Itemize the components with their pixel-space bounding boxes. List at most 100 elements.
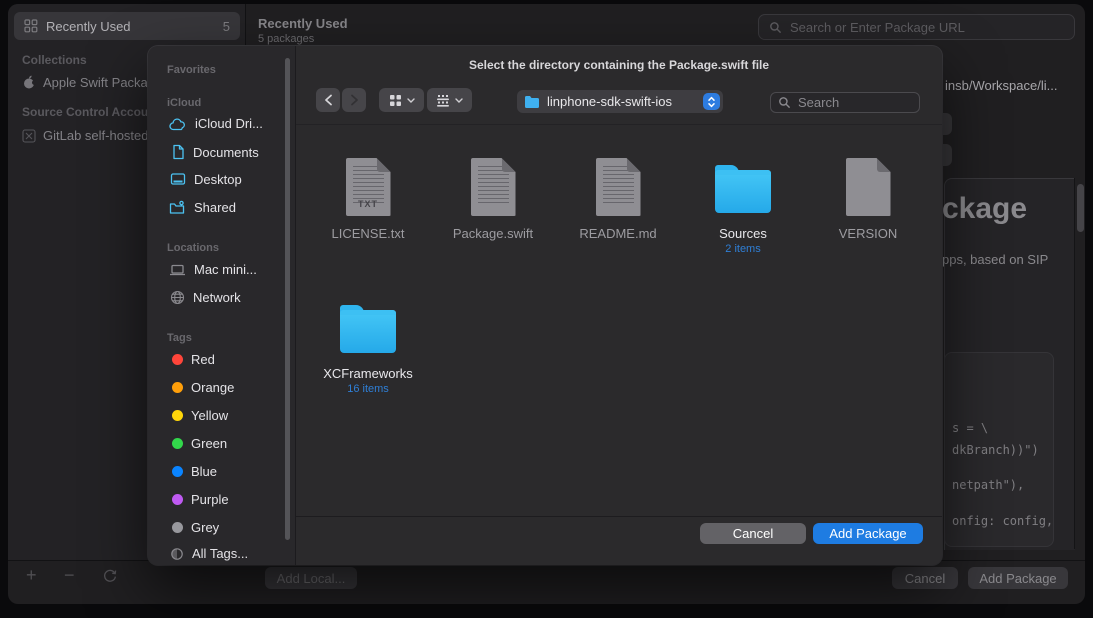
add-package-label: Add Package xyxy=(829,526,906,541)
sidebar-item-all-tags[interactable]: All Tags... xyxy=(170,546,248,561)
sidebar-item-label: Network xyxy=(193,290,241,305)
sidebar-item-label: Blue xyxy=(191,464,217,479)
tag-color-dot xyxy=(172,382,183,393)
sidebar-item-label: Yellow xyxy=(191,408,228,423)
cancel-button[interactable]: Cancel xyxy=(700,523,806,544)
sidebar-scrollbar[interactable] xyxy=(285,58,290,540)
refresh-button[interactable] xyxy=(102,568,118,584)
file-name: LICENSE.txt xyxy=(308,226,428,241)
code-line: s = \ xyxy=(952,421,988,435)
tag-color-dot xyxy=(172,466,183,477)
dialog-footer-divider xyxy=(296,516,942,517)
directory-popup-button[interactable]: linphone-sdk-swift-ios xyxy=(517,90,723,113)
sidebar-item-label: Recently Used xyxy=(46,19,131,34)
sidebar-item-label: All Tags... xyxy=(192,546,248,561)
file-item-package-swift[interactable]: Package.swift xyxy=(433,158,553,241)
sidebar-item-count: 5 xyxy=(223,19,230,34)
add-package-button[interactable]: Add Package xyxy=(813,523,923,544)
sidebar-item-label: Green xyxy=(191,436,227,451)
cancel-label: Cancel xyxy=(733,526,773,541)
folder-item-count: 16 items xyxy=(308,383,428,395)
sidebar-item-label: Orange xyxy=(191,380,234,395)
window-cancel-button[interactable]: Cancel xyxy=(892,567,958,589)
content-title: Recently Used xyxy=(258,16,348,31)
sidebar-item-network[interactable]: Network xyxy=(170,290,241,305)
sidebar-item-tag-grey[interactable]: Grey xyxy=(172,520,219,535)
dialog-search-field[interactable] xyxy=(770,92,920,113)
folder-item-xcframeworks[interactable]: XCFrameworks 16 items xyxy=(308,298,428,395)
laptop-icon xyxy=(169,263,186,277)
search-input[interactable] xyxy=(788,19,1064,36)
repo-path-text: insb/Workspace/li... xyxy=(945,78,1057,93)
sidebar-item-label: Purple xyxy=(191,492,229,507)
locations-header: Locations xyxy=(167,242,219,254)
remove-account-button[interactable]: − xyxy=(64,567,75,583)
tag-color-dot xyxy=(172,354,183,365)
file-item-readme[interactable]: README.md xyxy=(558,158,678,241)
code-line: onfig: config, xyxy=(952,514,1053,528)
sidebar-item-shared[interactable]: Shared xyxy=(169,200,236,215)
chevron-down-icon xyxy=(455,98,463,103)
sidebar-item-tag-orange[interactable]: Orange xyxy=(172,380,234,395)
popup-chevrons-icon xyxy=(703,93,720,110)
tag-color-dot xyxy=(172,494,183,505)
document-icon xyxy=(171,144,185,160)
tags-header: Tags xyxy=(167,332,192,344)
code-snippet-panel: s = \ dkBranch))") netpath"), onfig: con… xyxy=(944,352,1054,547)
sidebar-item-desktop[interactable]: Desktop xyxy=(170,172,242,187)
icon-view-button[interactable] xyxy=(379,88,424,112)
add-local-button[interactable]: Add Local... xyxy=(265,567,357,589)
sidebar-item-tag-yellow[interactable]: Yellow xyxy=(172,408,228,423)
sidebar-item-tag-green[interactable]: Green xyxy=(172,436,227,451)
search-icon xyxy=(778,96,791,109)
add-local-label: Add Local... xyxy=(277,571,346,586)
desktop-icon xyxy=(170,172,186,187)
folder-name: Sources xyxy=(683,226,803,241)
globe-icon xyxy=(170,290,185,305)
back-button[interactable] xyxy=(316,88,340,112)
selected-directory-label: linphone-sdk-swift-ios xyxy=(547,94,703,109)
shared-folder-icon xyxy=(169,200,186,215)
file-item-version[interactable]: VERSION xyxy=(808,158,928,241)
text-file-icon xyxy=(596,158,641,216)
code-line: dkBranch))") xyxy=(952,443,1039,457)
panel-divider xyxy=(1074,178,1075,549)
sidebar-item-label: Grey xyxy=(191,520,219,535)
sidebar-item-label: Shared xyxy=(194,200,236,215)
window-add-package-button[interactable]: Add Package xyxy=(968,567,1068,589)
scrollbar-thumb[interactable] xyxy=(1077,184,1084,232)
folder-item-count: 2 items xyxy=(683,243,803,255)
package-subheading-fragment: pps, based on SIP xyxy=(942,252,1048,267)
grid-icon xyxy=(24,19,38,33)
content-subtitle: 5 packages xyxy=(258,33,314,45)
forward-button[interactable] xyxy=(342,88,366,112)
file-item-license[interactable]: TXT LICENSE.txt xyxy=(308,158,428,241)
toolbar-divider xyxy=(296,124,942,125)
dialog-search-input[interactable] xyxy=(796,94,912,111)
package-url-search-field[interactable] xyxy=(758,14,1075,40)
sidebar-item-recently-used[interactable]: Recently Used 5 xyxy=(14,12,240,40)
sidebar-item-mac-mini[interactable]: Mac mini... xyxy=(169,262,257,277)
plain-file-icon xyxy=(846,158,891,216)
folder-icon xyxy=(340,310,396,353)
list-view-button[interactable] xyxy=(427,88,472,112)
folder-name: XCFrameworks xyxy=(308,366,428,381)
sidebar-item-label: Red xyxy=(191,352,215,367)
collections-header: Collections xyxy=(22,53,87,67)
file-name: VERSION xyxy=(808,226,928,241)
sidebar-item-icloud-drive[interactable]: iCloud Dri... xyxy=(169,116,263,131)
tag-color-dot xyxy=(172,410,183,421)
tag-color-dot xyxy=(172,438,183,449)
package-heading-fragment: ckage xyxy=(942,192,1027,226)
folder-item-sources[interactable]: Sources 2 items xyxy=(683,158,803,255)
sidebar-item-label: Mac mini... xyxy=(194,262,257,277)
gitlab-account-icon xyxy=(22,129,36,143)
choose-directory-dialog: Favorites iCloud iCloud Dri... Documents… xyxy=(148,46,942,565)
sidebar-item-tag-blue[interactable]: Blue xyxy=(172,464,217,479)
code-line: netpath"), xyxy=(952,478,1024,492)
sidebar-item-documents[interactable]: Documents xyxy=(171,144,259,160)
sidebar-item-tag-purple[interactable]: Purple xyxy=(172,492,229,507)
sidebar-item-tag-red[interactable]: Red xyxy=(172,352,215,367)
file-name: Package.swift xyxy=(433,226,553,241)
add-account-button[interactable]: + xyxy=(26,567,37,583)
